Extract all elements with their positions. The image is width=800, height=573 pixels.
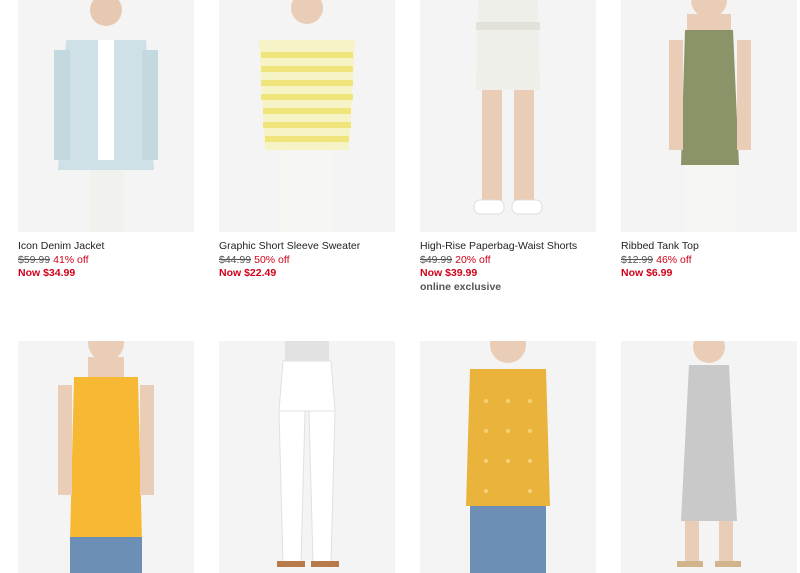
product-card[interactable]: Icon Denim Jacket $59.99 41% off Now $34.… [18, 0, 194, 279]
product-image[interactable] [420, 0, 596, 232]
online-exclusive-badge: online exclusive [420, 281, 502, 293]
product-card[interactable] [18, 341, 194, 573]
product-image[interactable] [420, 341, 596, 573]
discount-label: 46% off [656, 254, 692, 266]
product-image[interactable] [219, 0, 395, 232]
discount-label: 41% off [53, 254, 89, 266]
product-image[interactable] [219, 341, 395, 573]
product-image[interactable] [18, 0, 194, 232]
model-photo [219, 341, 395, 573]
sale-price: Now $34.99 [18, 267, 76, 279]
product-image[interactable] [18, 341, 194, 573]
price-line: $44.99 50% off [219, 254, 395, 266]
product-image[interactable] [621, 0, 797, 232]
model-photo [420, 0, 596, 232]
original-price: $59.99 [18, 254, 51, 266]
product-card[interactable]: Ribbed Tank Top $12.99 46% off Now $6.99 [621, 0, 797, 279]
product-name[interactable]: Graphic Short Sleeve Sweater [219, 240, 395, 252]
sale-price: Now $6.99 [621, 267, 673, 279]
price-line: $49.99 20% off [420, 254, 596, 266]
model-photo [18, 0, 194, 232]
discount-label: 50% off [254, 254, 290, 266]
model-photo [621, 0, 797, 232]
original-price: $12.99 [621, 254, 654, 266]
sale-price: Now $39.99 [420, 267, 478, 279]
price-line: $12.99 46% off [621, 254, 797, 266]
product-name[interactable]: Ribbed Tank Top [621, 240, 797, 252]
model-photo [219, 0, 395, 232]
product-name[interactable]: Icon Denim Jacket [18, 240, 194, 252]
product-card[interactable]: High-Rise Paperbag-Waist Shorts $49.99 20… [420, 0, 596, 293]
product-card[interactable]: Graphic Short Sleeve Sweater $44.99 50% o… [219, 0, 395, 279]
sale-price: Now $22.49 [219, 267, 277, 279]
product-image[interactable] [621, 341, 797, 573]
model-photo [18, 341, 194, 573]
product-card[interactable] [420, 341, 596, 573]
product-card[interactable] [219, 341, 395, 573]
price-line: $59.99 41% off [18, 254, 194, 266]
original-price: $44.99 [219, 254, 252, 266]
product-name[interactable]: High-Rise Paperbag-Waist Shorts [420, 240, 596, 252]
original-price: $49.99 [420, 254, 453, 266]
discount-label: 20% off [455, 254, 491, 266]
model-photo [621, 341, 797, 573]
product-card[interactable] [621, 341, 797, 573]
model-photo [420, 341, 596, 573]
